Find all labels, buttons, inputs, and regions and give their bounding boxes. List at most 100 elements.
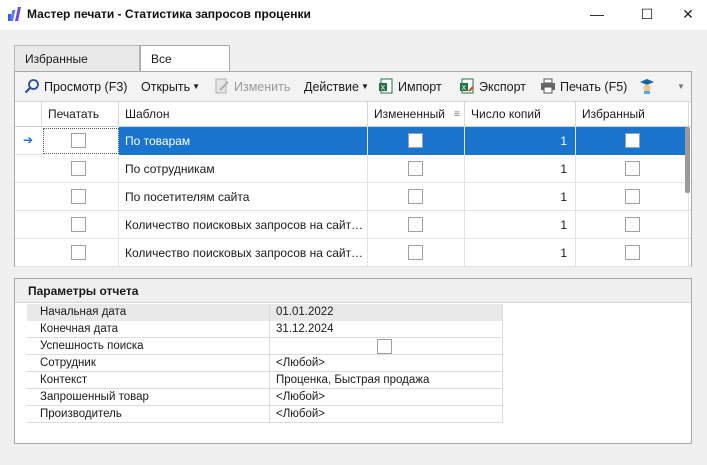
template-cell: Количество поисковых запросов на сайте п… bbox=[119, 239, 368, 267]
print-checkbox[interactable] bbox=[71, 189, 86, 204]
close-button[interactable]: ✕ bbox=[673, 4, 703, 24]
manufacturer-field[interactable]: <Любой> bbox=[270, 406, 503, 423]
copies-cell[interactable]: 1 bbox=[465, 127, 576, 155]
column-header-changed-label: Измененный bbox=[374, 107, 445, 121]
print-cell bbox=[42, 183, 119, 211]
caret-down-icon: ▼ bbox=[192, 82, 201, 91]
indicator-column-header bbox=[15, 102, 42, 127]
grid-vertical-scrollbar[interactable] bbox=[685, 127, 690, 193]
favorite-checkbox[interactable] bbox=[625, 133, 640, 148]
table-row[interactable]: ➔ По товарам 1 bbox=[15, 127, 691, 155]
edit-button[interactable]: Изменить bbox=[214, 77, 290, 97]
search-success-field[interactable] bbox=[270, 338, 503, 355]
context-field[interactable]: Проценка, Быстрая продажа bbox=[270, 372, 503, 389]
changed-cell bbox=[368, 155, 465, 183]
caret-down-icon: ▼ bbox=[360, 82, 369, 91]
table-row[interactable]: Количество поисковых запросов на сайте п… bbox=[15, 239, 691, 267]
changed-checkbox[interactable] bbox=[408, 133, 423, 148]
export-label: Экспорт bbox=[479, 80, 526, 94]
favorite-cell bbox=[576, 239, 689, 267]
param-row-context[interactable]: Контекст Проценка, Быстрая продажа bbox=[27, 372, 503, 389]
param-row-requested-product[interactable]: Запрошенный товар <Любой> bbox=[27, 389, 503, 406]
svg-text:X: X bbox=[381, 85, 386, 92]
param-row-manufacturer[interactable]: Производитель <Любой> bbox=[27, 406, 503, 423]
param-label: Успешность поиска bbox=[27, 338, 270, 355]
table-row[interactable]: Количество поисковых запросов на сайте п… bbox=[15, 211, 691, 239]
param-label: Начальная дата bbox=[27, 304, 270, 321]
changed-checkbox[interactable] bbox=[408, 217, 423, 232]
cell-focus-rect bbox=[43, 128, 119, 154]
copies-cell[interactable]: 1 bbox=[465, 183, 576, 211]
graduate-icon bbox=[640, 79, 654, 94]
preview-label: Просмотр (F3) bbox=[44, 80, 128, 94]
column-header-copies[interactable]: Число копий bbox=[465, 102, 576, 127]
help-button[interactable] bbox=[639, 77, 659, 97]
tab-favorite-templates[interactable]: Избранные шаблоны bbox=[14, 45, 140, 92]
start-date-field[interactable]: 01.01.2022 bbox=[270, 304, 503, 321]
changed-cell bbox=[368, 239, 465, 267]
current-row-arrow-icon: ➔ bbox=[23, 133, 34, 147]
print-cell bbox=[42, 239, 119, 267]
changed-cell bbox=[368, 127, 465, 155]
report-parameters-panel: Параметры отчета Начальная дата 01.01.20… bbox=[14, 278, 692, 444]
import-label: Импорт bbox=[398, 80, 442, 94]
tab-all-templates[interactable]: Все шаблоны bbox=[140, 45, 230, 92]
favorite-checkbox[interactable] bbox=[625, 217, 640, 232]
changed-cell bbox=[368, 211, 465, 239]
action-dropdown-button[interactable]: Действие ▼ bbox=[304, 77, 369, 97]
edit-document-icon bbox=[215, 78, 229, 94]
employee-field[interactable]: <Любой> bbox=[270, 355, 503, 372]
favorite-cell bbox=[576, 155, 689, 183]
param-label: Производитель bbox=[27, 406, 270, 423]
grid-header: Печатать Шаблон Измененный ≡ Число копий… bbox=[15, 102, 691, 127]
column-header-template[interactable]: Шаблон bbox=[119, 102, 368, 127]
open-dropdown-button[interactable]: Открыть ▼ bbox=[141, 77, 200, 97]
copies-cell[interactable]: 1 bbox=[465, 239, 576, 267]
svg-text:X: X bbox=[462, 85, 467, 92]
column-header-print[interactable]: Печатать bbox=[42, 102, 119, 127]
changed-checkbox[interactable] bbox=[408, 189, 423, 204]
print-checkbox[interactable] bbox=[71, 245, 86, 260]
printer-icon bbox=[541, 78, 555, 94]
changed-checkbox[interactable] bbox=[408, 161, 423, 176]
template-cell: По товарам bbox=[119, 127, 368, 155]
table-row[interactable]: По сотрудникам 1 bbox=[15, 155, 691, 183]
requested-product-field[interactable]: <Любой> bbox=[270, 389, 503, 406]
open-label: Открыть bbox=[141, 80, 191, 94]
sort-icon: ≡ bbox=[454, 109, 460, 120]
column-header-changed[interactable]: Измененный ≡ bbox=[368, 102, 465, 127]
param-row-search-success[interactable]: Успешность поиска bbox=[27, 338, 503, 355]
param-row-end-date[interactable]: Конечная дата 31.12.2024 bbox=[27, 321, 503, 338]
print-button[interactable]: Печать (F5) bbox=[540, 77, 627, 97]
print-checkbox[interactable] bbox=[71, 217, 86, 232]
edit-label: Изменить bbox=[234, 80, 291, 94]
search-success-checkbox[interactable] bbox=[377, 339, 392, 354]
param-label: Запрошенный товар bbox=[27, 389, 270, 406]
report-parameters-title: Параметры отчета bbox=[15, 279, 691, 303]
changed-checkbox[interactable] bbox=[408, 245, 423, 260]
changed-cell bbox=[368, 183, 465, 211]
maximize-button[interactable]: ☐ bbox=[632, 4, 662, 24]
param-label: Сотрудник bbox=[27, 355, 270, 372]
template-cell: По сотрудникам bbox=[119, 155, 368, 183]
copies-cell[interactable]: 1 bbox=[465, 211, 576, 239]
preview-button[interactable]: Просмотр (F3) bbox=[24, 77, 127, 97]
favorite-checkbox[interactable] bbox=[625, 245, 640, 260]
export-button[interactable]: X Экспорт bbox=[459, 77, 526, 97]
param-row-start-date[interactable]: Начальная дата 01.01.2022 bbox=[27, 304, 503, 321]
table-row[interactable]: По посетителям сайта 1 bbox=[15, 183, 691, 211]
copies-cell[interactable]: 1 bbox=[465, 155, 576, 183]
import-button[interactable]: X Импорт bbox=[378, 77, 442, 97]
param-row-employee[interactable]: Сотрудник <Любой> bbox=[27, 355, 503, 372]
template-cell: Количество поисковых запросов на сайте п… bbox=[119, 211, 368, 239]
favorite-checkbox[interactable] bbox=[625, 189, 640, 204]
favorite-checkbox[interactable] bbox=[625, 161, 640, 176]
toolbar: Просмотр (F3) Открыть ▼ Изменить Действие… bbox=[15, 72, 691, 102]
excel-import-icon: X bbox=[379, 78, 393, 94]
column-header-favorite[interactable]: Избранный bbox=[576, 102, 689, 127]
minimize-button[interactable]: — bbox=[582, 4, 612, 24]
toolbar-overflow-button[interactable]: ▼ bbox=[677, 77, 685, 97]
print-checkbox[interactable] bbox=[71, 161, 86, 176]
print-label: Печать (F5) bbox=[560, 80, 628, 94]
end-date-field[interactable]: 31.12.2024 bbox=[270, 321, 503, 338]
